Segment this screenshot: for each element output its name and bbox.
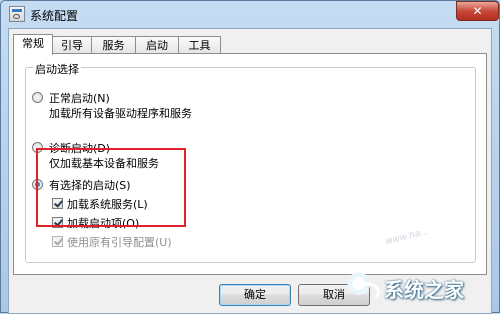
tab-boot[interactable]: 引导	[52, 36, 92, 54]
watermark-brand: 系统之家	[384, 278, 464, 302]
title-bar[interactable]: 系统配置 ✕	[1, 1, 499, 27]
radio-normal-startup[interactable]	[32, 92, 43, 103]
normal-startup-label: 正常启动(N)	[49, 92, 110, 105]
watermark-logo: 系统之家	[338, 262, 500, 313]
tab-tools[interactable]: 工具	[178, 36, 221, 54]
highlight-annotation-box	[36, 148, 186, 227]
system-config-icon	[9, 6, 25, 22]
ok-button[interactable]: 确定	[219, 284, 291, 306]
brand-logo-icon	[346, 270, 380, 304]
checkbox-use-original-boot-config	[52, 236, 63, 247]
close-button[interactable]: ✕	[456, 1, 499, 21]
group-title: 启动选择	[33, 61, 81, 77]
use-original-boot-config-label: 使用原有引导配置(U)	[67, 236, 172, 249]
tab-services[interactable]: 服务	[91, 36, 136, 54]
close-icon: ✕	[472, 4, 483, 18]
window-title: 系统配置	[30, 9, 79, 23]
normal-startup-desc: 加载所有设备驱动程序和服务	[49, 107, 192, 120]
tab-startup[interactable]: 启动	[135, 36, 179, 54]
tab-general[interactable]: 常规	[13, 34, 53, 55]
